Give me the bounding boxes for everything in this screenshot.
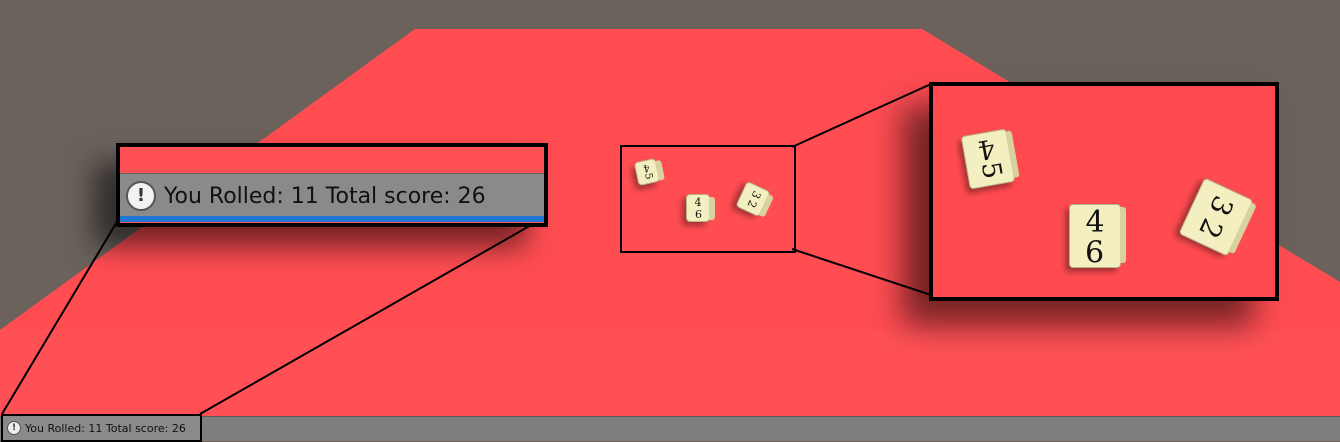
warning-icon: !: [126, 181, 156, 211]
die-zoom-3-front: 2: [1192, 213, 1230, 244]
die-small-1-top: 4: [641, 161, 651, 174]
warning-icon: !: [7, 421, 21, 435]
die-small-2: 4 9: [686, 194, 715, 222]
console-zoom-inset: ! You Rolled: 11 Total score: 26: [116, 143, 548, 227]
die-small-3-top: 3: [748, 188, 763, 201]
die-small-2-front: 9: [694, 206, 702, 220]
die-small-3: 3 2: [735, 180, 771, 218]
die-small-1: 4 5: [633, 157, 661, 187]
die-zoom-3: 3 2: [1178, 177, 1254, 257]
status-message: You Rolled: 11 Total score: 26: [25, 421, 186, 435]
console-zoom-selection: [120, 216, 544, 222]
console-zoom-bar: ! You Rolled: 11 Total score: 26: [120, 173, 544, 222]
dice-zoom-inset: 4 5 4 9 3 2: [929, 82, 1279, 301]
die-small-3-front: 2: [743, 197, 759, 210]
console-zoom-message: You Rolled: 11 Total score: 26: [164, 183, 486, 209]
die-zoom-3-top: 3: [1202, 190, 1241, 221]
die-zoom-1-front: 5: [974, 159, 1007, 182]
die-small-1-front: 5: [641, 172, 654, 181]
die-zoom-2-front: 9: [1085, 232, 1105, 267]
status-message-box[interactable]: ! You Rolled: 11 Total score: 26: [1, 414, 202, 442]
die-zoom-1: 4 5: [960, 128, 1016, 190]
dice-highlight-frame: 4 5 4 9 3 2: [620, 145, 796, 253]
die-zoom-2: 4 9: [1069, 204, 1126, 268]
die-zoom-1-top: 4: [975, 131, 997, 165]
